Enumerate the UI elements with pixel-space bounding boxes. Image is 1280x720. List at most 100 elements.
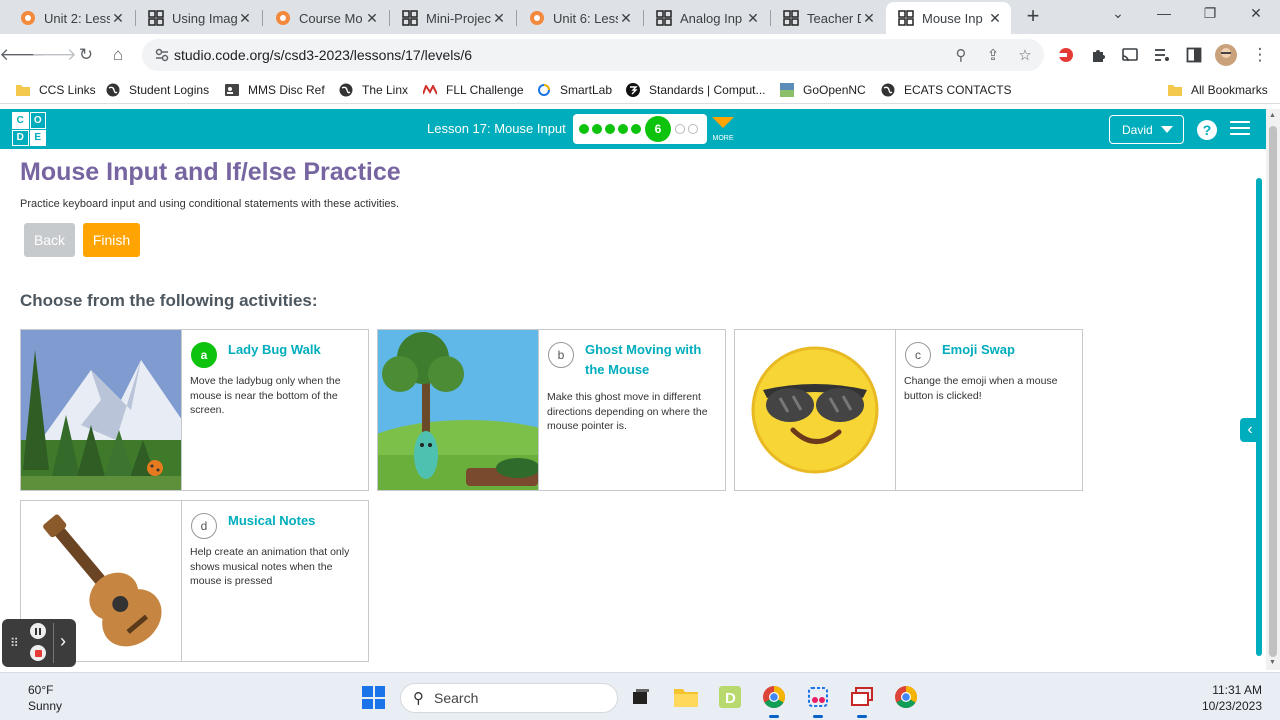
activity-title[interactable]: Lady Bug Walk xyxy=(228,340,363,360)
address-bar[interactable]: studio.code.org/s/csd3-2023/lessons/17/l… xyxy=(142,39,1044,71)
windows-start-icon[interactable] xyxy=(362,686,385,709)
stop-icon[interactable] xyxy=(30,645,46,661)
file-explorer-icon[interactable] xyxy=(672,683,700,711)
activity-card-ghost[interactable]: b Ghost Moving with the Mouse Make this … xyxy=(377,329,726,491)
all-bookmarks-button[interactable]: All Bookmarks xyxy=(1168,81,1268,99)
close-tab-icon[interactable]: ✕ xyxy=(745,10,761,27)
pause-icon[interactable] xyxy=(30,623,46,639)
tab-analog-input[interactable]: Analog Inp ✕ xyxy=(644,4,769,32)
side-panel-icon[interactable] xyxy=(1181,42,1207,68)
code-org-icon xyxy=(529,10,545,26)
bookmark-smartlab[interactable]: SmartLab xyxy=(537,81,612,99)
more-label: MORE xyxy=(712,135,734,142)
level-dot-5[interactable] xyxy=(631,124,641,134)
reload-icon[interactable]: ↻ xyxy=(73,42,99,68)
more-levels-button[interactable]: MORE xyxy=(711,115,735,142)
minimize-button[interactable]: — xyxy=(1154,5,1174,21)
close-tab-icon[interactable]: ✕ xyxy=(491,10,507,27)
forward-arrow-icon[interactable]: 🡒 xyxy=(31,42,77,68)
activity-title[interactable]: Musical Notes xyxy=(228,511,363,531)
bookmark-student-logins[interactable]: Student Logins xyxy=(106,81,209,99)
chrome-profile-icon[interactable] xyxy=(760,683,788,718)
close-tab-icon[interactable]: ✕ xyxy=(618,10,634,27)
tab-mini-project[interactable]: Mini-Projec ✕ xyxy=(390,4,515,32)
bookmark-fll-challenge[interactable]: FLL Challenge xyxy=(423,81,524,99)
home-icon[interactable]: ⌂ xyxy=(105,42,131,68)
task-view-icon[interactable] xyxy=(627,683,655,711)
bookmark-label: Student Logins xyxy=(129,83,210,97)
remote-desktop-icon[interactable] xyxy=(848,683,876,718)
tab-unit-2[interactable]: Unit 2: Less ✕ xyxy=(8,4,134,32)
tab-search-icon[interactable]: ⌄ xyxy=(1108,5,1128,22)
bookmark-ecats-contacts[interactable]: ECATS CONTACTS xyxy=(881,81,1012,99)
bookmark-standards[interactable]: Standards | Comput... xyxy=(626,81,766,99)
close-tab-icon[interactable]: ✕ xyxy=(237,10,253,27)
clock-time[interactable]: 11:31 AM xyxy=(1188,683,1262,697)
new-tab-button[interactable]: + xyxy=(1022,5,1044,28)
page-scrollbar[interactable]: ▲ ▼ xyxy=(1266,109,1280,670)
chrome-menu-icon[interactable]: ⋮ xyxy=(1247,42,1273,68)
tab-unit-6[interactable]: Unit 6: Less ✕ xyxy=(517,4,642,32)
app-d-icon[interactable]: D xyxy=(716,683,744,711)
activity-card-emoji[interactable]: c Emoji Swap Change the emoji when a mou… xyxy=(734,329,1083,491)
close-window-button[interactable]: ✕ xyxy=(1246,5,1266,22)
cast-icon[interactable] xyxy=(1117,42,1143,68)
svg-text:D: D xyxy=(725,690,736,707)
hamburger-menu-icon[interactable] xyxy=(1230,121,1250,137)
restore-button[interactable]: ❐ xyxy=(1200,5,1220,22)
close-tab-icon[interactable]: ✕ xyxy=(861,10,877,27)
code-studio-icon xyxy=(783,10,799,26)
level-dot-8[interactable] xyxy=(688,124,698,134)
chrome-icon[interactable] xyxy=(892,683,920,711)
media-control-icon[interactable] xyxy=(1149,42,1175,68)
lesson-title[interactable]: Lesson 17: Mouse Input xyxy=(427,121,566,136)
profile-avatar[interactable] xyxy=(1213,42,1239,68)
scrollbar-thumb[interactable] xyxy=(1269,126,1277,657)
tab-teacher-dashboard[interactable]: Teacher Da ✕ xyxy=(771,4,885,32)
extensions-puzzle-icon[interactable] xyxy=(1085,42,1111,68)
tab-course-mode[interactable]: Course Mo ✕ xyxy=(263,4,388,32)
user-menu-button[interactable]: David xyxy=(1109,115,1184,144)
activity-title[interactable]: Emoji Swap xyxy=(942,340,1077,360)
close-tab-icon[interactable]: ✕ xyxy=(364,10,380,27)
activity-title[interactable]: Ghost Moving with the Mouse xyxy=(585,340,720,380)
site-info-icon[interactable] xyxy=(154,47,170,63)
bookmark-the-linx[interactable]: The Linx xyxy=(339,81,408,99)
level-dot-1[interactable] xyxy=(579,124,589,134)
bookmark-goopennc[interactable]: GoOpenNC xyxy=(780,81,866,99)
scroll-down-icon[interactable]: ▼ xyxy=(1269,659,1276,666)
taskbar-search[interactable]: ⚲ Search xyxy=(400,683,618,713)
level-dot-3[interactable] xyxy=(605,124,615,134)
back-button[interactable]: Back xyxy=(24,223,75,257)
tab-title: Using Imag xyxy=(172,10,237,26)
current-level-bubble[interactable]: 6 xyxy=(645,116,671,142)
drag-handle-icon[interactable]: ⠿ xyxy=(10,636,19,650)
help-icon[interactable]: ? xyxy=(1197,120,1217,140)
close-tab-icon[interactable]: ✕ xyxy=(987,10,1003,27)
scroll-up-icon[interactable]: ▲ xyxy=(1269,112,1276,119)
finish-button[interactable]: Finish xyxy=(83,223,140,257)
extension-record-icon[interactable] xyxy=(1053,42,1079,68)
activity-card-ladybug[interactable]: a Lady Bug Walk Move the ladybug only wh… xyxy=(20,329,369,491)
snipping-tool-icon[interactable] xyxy=(804,683,832,718)
clock-date[interactable]: 10/23/2023 xyxy=(1188,699,1262,713)
bookmark-star-icon[interactable]: ☆ xyxy=(1014,44,1036,66)
tab-mouse-input[interactable]: Mouse Inp ✕ xyxy=(886,2,1011,34)
chevron-left-icon[interactable]: ‹ xyxy=(1240,418,1260,442)
weather-description[interactable]: Sunny xyxy=(28,699,62,713)
screen-recorder-widget: ⠿ › xyxy=(2,619,76,667)
close-tab-icon[interactable]: ✕ xyxy=(110,10,126,27)
code-logo[interactable]: C O D E xyxy=(12,112,46,146)
tab-using-images[interactable]: Using Imag ✕ xyxy=(136,4,261,32)
weather-temperature[interactable]: 60°F xyxy=(28,683,53,697)
zoom-icon[interactable]: ⚲ xyxy=(950,44,972,66)
share-icon[interactable]: ⇪ xyxy=(982,44,1004,66)
level-dot-7[interactable] xyxy=(675,124,685,134)
bookmark-mms-disc-ref[interactable]: MMS Disc Ref xyxy=(225,81,325,99)
globe-icon xyxy=(339,83,353,97)
level-dot-2[interactable] xyxy=(592,124,602,134)
level-dot-4[interactable] xyxy=(618,124,628,134)
bookmark-ccs-links[interactable]: CCS Links xyxy=(16,81,96,99)
chevron-right-icon[interactable]: › xyxy=(60,631,66,652)
fll-icon xyxy=(423,83,437,97)
